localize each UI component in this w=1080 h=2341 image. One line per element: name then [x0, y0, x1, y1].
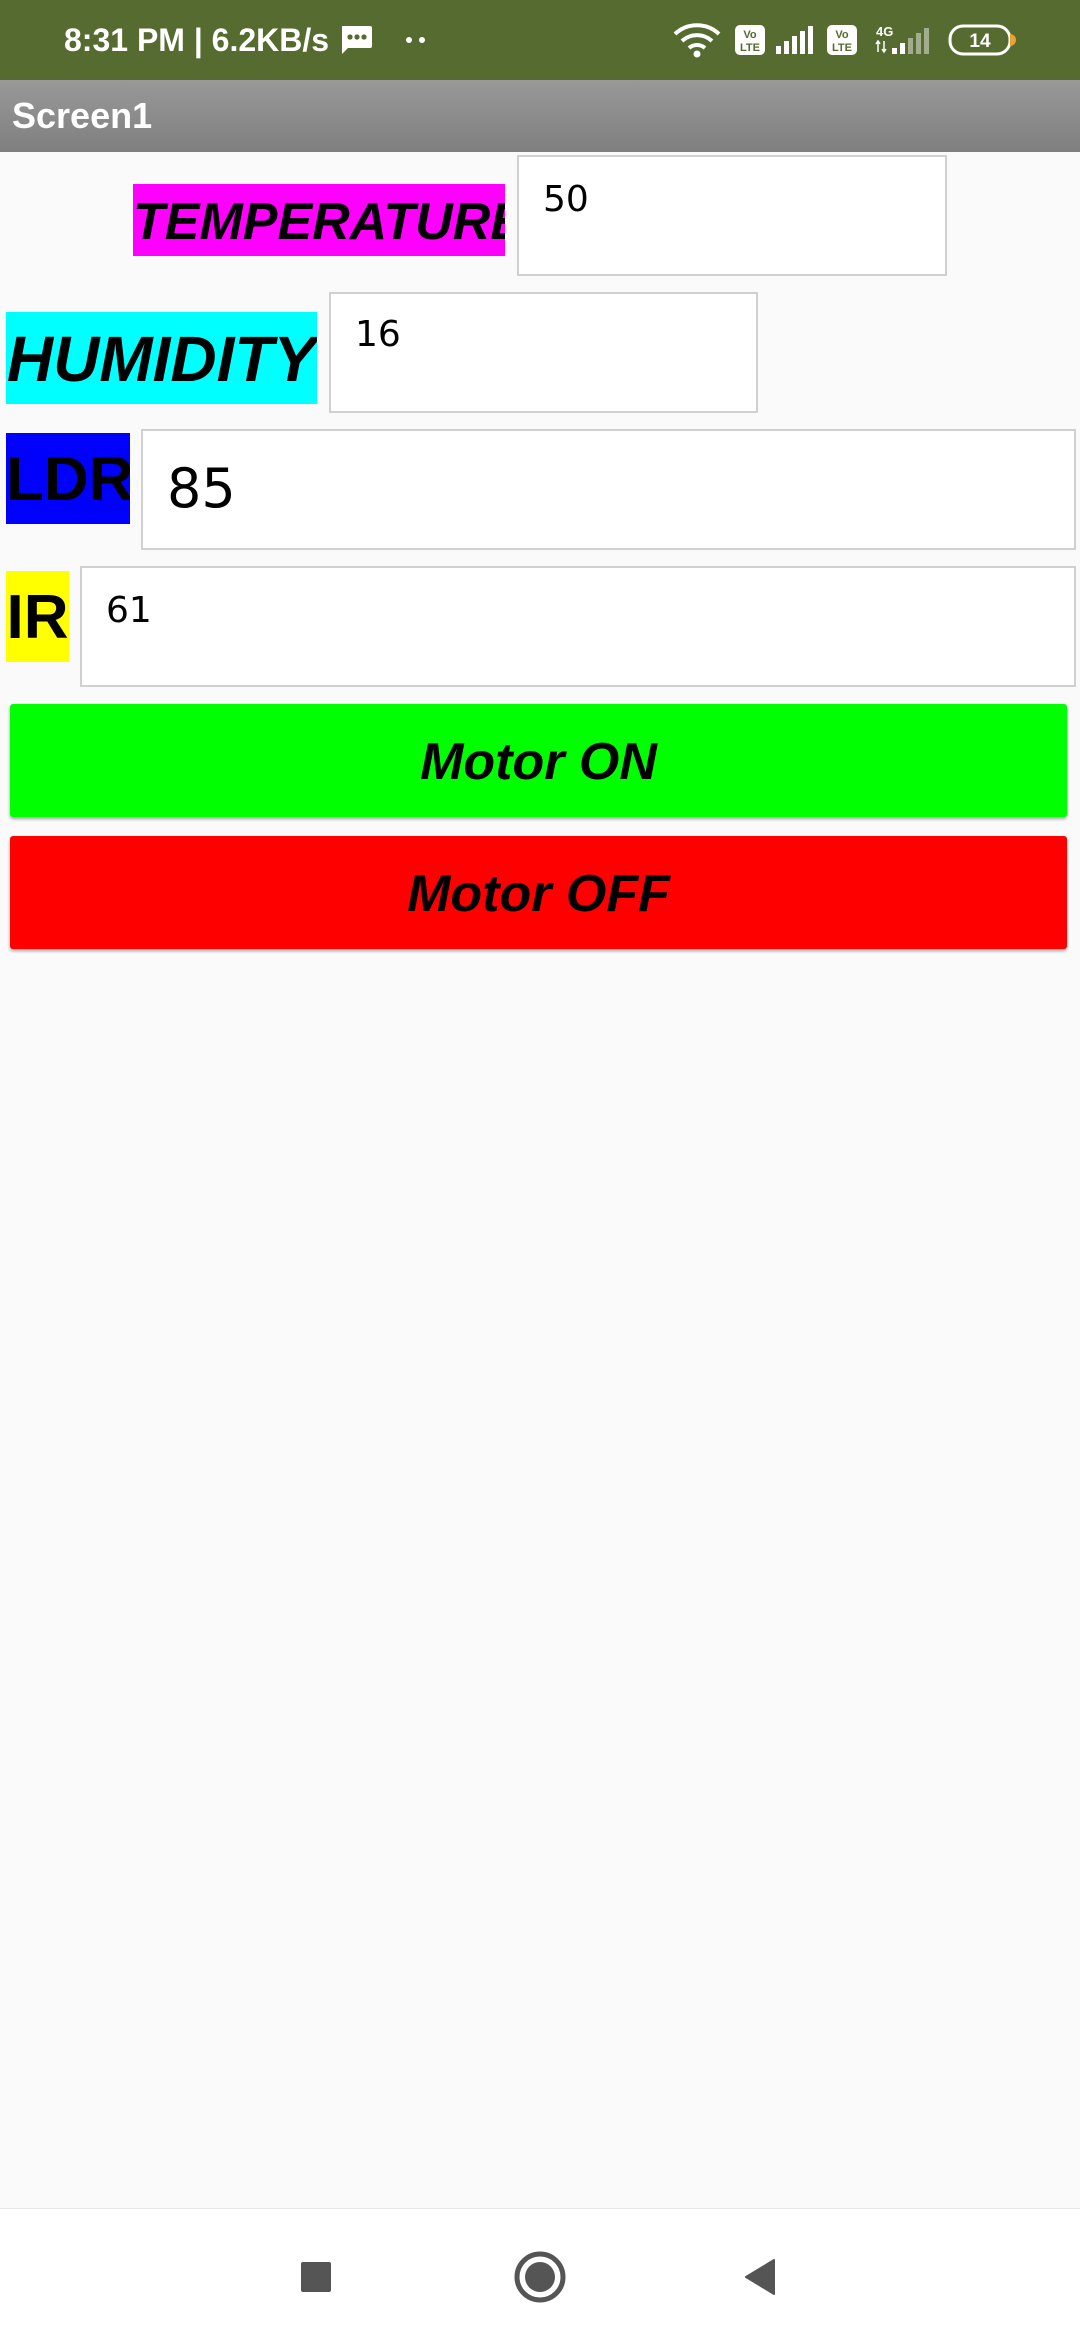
- ir-field[interactable]: 61: [80, 566, 1076, 687]
- svg-text:LTE: LTE: [740, 42, 760, 54]
- navigation-bar: [0, 2208, 1080, 2341]
- home-circle-icon[interactable]: [508, 2245, 572, 2309]
- signal-icon: [774, 0, 814, 80]
- svg-text:4G: 4G: [876, 24, 893, 39]
- svg-text:LTE: LTE: [832, 42, 852, 54]
- message-icon: [338, 0, 374, 80]
- more-dots-icon: [404, 0, 428, 80]
- ldr-field[interactable]: 85: [141, 429, 1076, 550]
- battery-level: 14: [969, 31, 991, 52]
- back-triangle-icon[interactable]: [728, 2245, 792, 2309]
- battery-icon: 14: [948, 0, 1018, 80]
- status-time-speed: 8:31 PM | 6.2KB/s: [64, 22, 330, 58]
- recents-square-icon[interactable]: [284, 2245, 348, 2309]
- motor-off-button[interactable]: Motor OFF: [10, 836, 1067, 949]
- svg-text:Vo: Vo: [743, 29, 757, 41]
- humidity-label: HUMIDITY: [6, 312, 317, 404]
- volte-icon: Vo LTE: [826, 0, 858, 80]
- title-bar: Screen1: [0, 80, 1080, 152]
- ldr-label: LDR: [6, 433, 130, 524]
- wifi-icon: [672, 0, 722, 80]
- 4g-signal-icon: 4G: [874, 0, 934, 80]
- volte-icon: Vo LTE: [734, 0, 766, 80]
- svg-text:Vo: Vo: [835, 29, 849, 41]
- temperature-field[interactable]: 50: [517, 155, 947, 276]
- screen-title: Screen1: [12, 95, 153, 136]
- motor-on-button[interactable]: Motor ON: [10, 704, 1067, 817]
- temperature-label: TEMPERATURE: [133, 184, 505, 256]
- ir-label: IR: [6, 571, 69, 662]
- humidity-field[interactable]: 16: [329, 292, 758, 413]
- status-bar: 8:31 PM | 6.2KB/s Vo LTE Vo LTE 4G 14: [0, 0, 1080, 80]
